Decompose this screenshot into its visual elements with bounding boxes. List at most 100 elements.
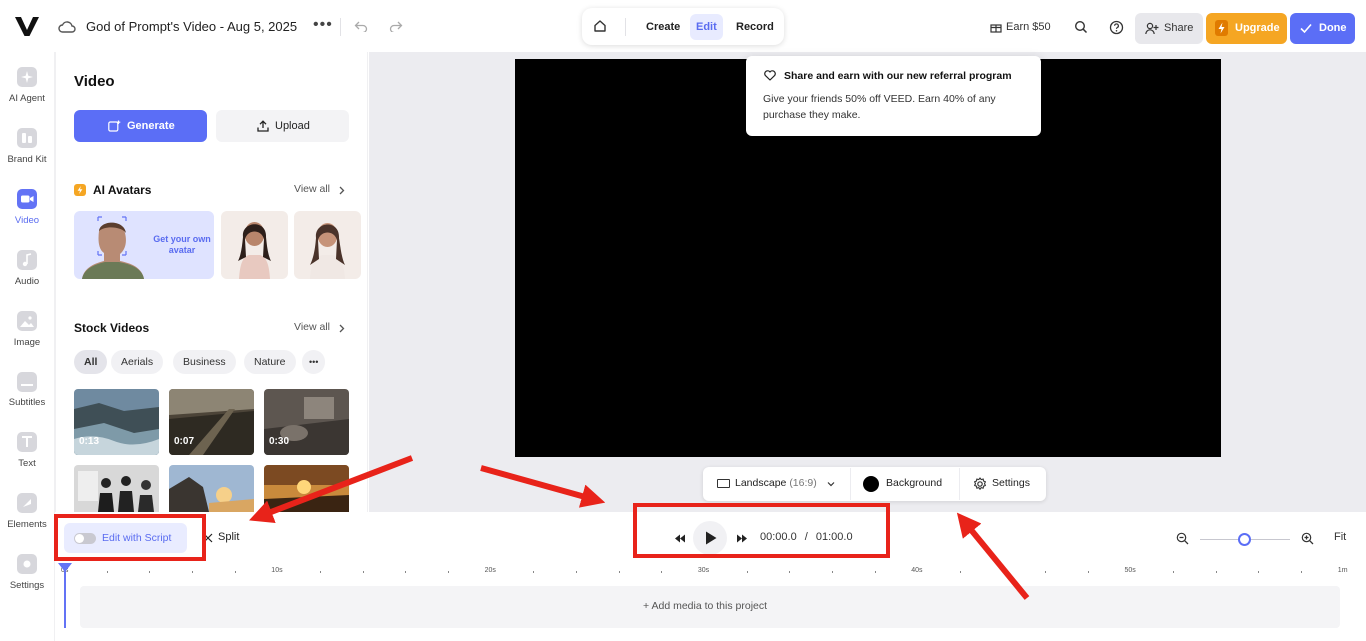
chevron-right-icon[interactable]: [339, 186, 345, 195]
generate-button[interactable]: Generate: [74, 110, 207, 142]
aspect-ratio-dropdown[interactable]: Landscape (16:9): [735, 477, 817, 489]
image-icon[interactable]: [17, 311, 37, 331]
ruler-tick: [533, 571, 535, 573]
ruler-label: 50s: [1124, 567, 1136, 574]
divider: [625, 18, 626, 36]
video-duration: 0:07: [174, 436, 195, 447]
redo-icon[interactable]: [389, 20, 403, 32]
tab-record[interactable]: Record: [730, 14, 780, 40]
gear-icon[interactable]: [973, 477, 987, 491]
text-icon[interactable]: [17, 432, 37, 452]
chip-aerials[interactable]: Aerials: [111, 350, 164, 374]
settings-icon[interactable]: [17, 554, 37, 574]
rail-label-settings[interactable]: Settings: [0, 580, 54, 591]
video-duration: 0:30: [269, 436, 290, 447]
panel-title: Video: [74, 73, 115, 90]
elements-icon[interactable]: [17, 493, 37, 513]
background-color-swatch[interactable]: [863, 476, 879, 492]
upgrade-label: Upgrade: [1235, 22, 1280, 34]
aspect-ratio-value: (16:9): [789, 477, 817, 489]
ruler-tick: [1002, 571, 1004, 573]
stock-video-thumbnail[interactable]: 0:13: [74, 389, 159, 455]
zoom-out-icon[interactable]: [1176, 532, 1189, 545]
audio-icon[interactable]: [17, 250, 37, 270]
upload-label: Upload: [275, 120, 310, 132]
chip-nature[interactable]: Nature: [244, 350, 296, 374]
ai-avatars-title: AI Avatars: [93, 183, 152, 197]
home-icon[interactable]: [593, 19, 607, 33]
rail-label-ai-agent[interactable]: AI Agent: [0, 93, 54, 104]
rail-label-elements[interactable]: Elements: [0, 519, 54, 530]
popup-title: Share and earn with our new referral pro…: [784, 70, 1012, 82]
zoom-in-icon[interactable]: [1301, 532, 1314, 545]
rail-label-subtitles[interactable]: Subtitles: [0, 397, 54, 408]
chevron-right-icon[interactable]: [339, 324, 345, 333]
fit-button[interactable]: Fit: [1334, 531, 1346, 543]
ruler-tick: [746, 571, 748, 573]
annotation-box-playback: [633, 503, 890, 558]
rail-label-text[interactable]: Text: [0, 458, 54, 469]
stock-video-thumbnail[interactable]: 0:07: [169, 389, 254, 455]
rail-label-audio[interactable]: Audio: [0, 276, 54, 287]
rail-label-brand-kit[interactable]: Brand Kit: [0, 154, 54, 165]
custom-avatar-card[interactable]: Get your own avatar: [74, 211, 214, 279]
ruler-tick: [789, 571, 791, 573]
ruler-tick: [106, 571, 108, 573]
zoom-slider-handle[interactable]: [1238, 533, 1251, 546]
ai-avatars-icon: [74, 184, 86, 196]
heart-icon: [764, 70, 776, 81]
settings-button[interactable]: Settings: [992, 477, 1030, 489]
rail-label-image[interactable]: Image: [0, 337, 54, 348]
background-button[interactable]: Background: [886, 477, 942, 489]
ai-agent-icon[interactable]: [17, 67, 37, 87]
veed-logo[interactable]: [14, 15, 40, 37]
avatar-card[interactable]: [221, 211, 288, 279]
more-options-icon[interactable]: •••: [313, 16, 333, 34]
aspect-label: Landscape: [735, 477, 787, 489]
ruler-label: 30s: [697, 567, 710, 574]
annotation-box-script: [54, 514, 206, 561]
ruler-tick: [618, 571, 620, 573]
generate-label: Generate: [127, 120, 175, 132]
stock-video-thumbnail[interactable]: [74, 465, 159, 512]
done-label: Done: [1319, 22, 1347, 34]
avatars-view-all-link[interactable]: View all: [294, 183, 330, 195]
earn-referral-link[interactable]: Earn $50: [1006, 21, 1051, 33]
chevron-down-icon[interactable]: [827, 481, 835, 487]
rail-label-video[interactable]: Video: [0, 215, 54, 226]
avatar-card[interactable]: [294, 211, 361, 279]
project-title[interactable]: God of Prompt's Video - Aug 5, 2025: [86, 19, 297, 34]
help-icon[interactable]: [1109, 20, 1124, 35]
ruler-tick: [959, 571, 961, 573]
split-button[interactable]: Split: [218, 531, 239, 543]
upload-button[interactable]: Upload: [216, 110, 349, 142]
video-icon[interactable]: [17, 189, 37, 209]
stock-videos-title: Stock Videos: [74, 321, 150, 335]
ruler-tick: [874, 571, 876, 573]
chip-all[interactable]: All: [74, 350, 108, 374]
popup-text: Give your friends 50% off VEED. Earn 40%…: [763, 93, 996, 121]
stock-video-thumbnail[interactable]: [264, 465, 349, 512]
tab-create[interactable]: Create: [640, 14, 686, 40]
divider: [959, 468, 960, 500]
ruler-label: 20s: [484, 567, 496, 574]
stock-view-all-link[interactable]: View all: [294, 321, 330, 333]
playhead[interactable]: [64, 565, 66, 628]
done-button[interactable]: Done: [1290, 13, 1355, 44]
ruler-tick: [405, 571, 407, 573]
ruler-tick: [1173, 571, 1175, 573]
landscape-icon: [717, 479, 730, 488]
share-button[interactable]: Share: [1135, 13, 1203, 44]
ruler-tick: [1087, 571, 1089, 573]
ruler-tick: [191, 571, 193, 573]
stock-video-thumbnail[interactable]: 0:30: [264, 389, 349, 455]
stock-video-thumbnail[interactable]: [169, 465, 254, 512]
tab-edit[interactable]: Edit: [690, 14, 723, 40]
subtitles-icon[interactable]: [17, 372, 37, 392]
chip-business[interactable]: Business: [173, 350, 236, 374]
brand-kit-icon[interactable]: [17, 128, 37, 148]
search-icon[interactable]: [1074, 20, 1088, 34]
ruler-tick: [319, 571, 321, 573]
undo-icon[interactable]: [354, 20, 368, 32]
custom-avatar-label: Get your own avatar: [153, 234, 211, 255]
